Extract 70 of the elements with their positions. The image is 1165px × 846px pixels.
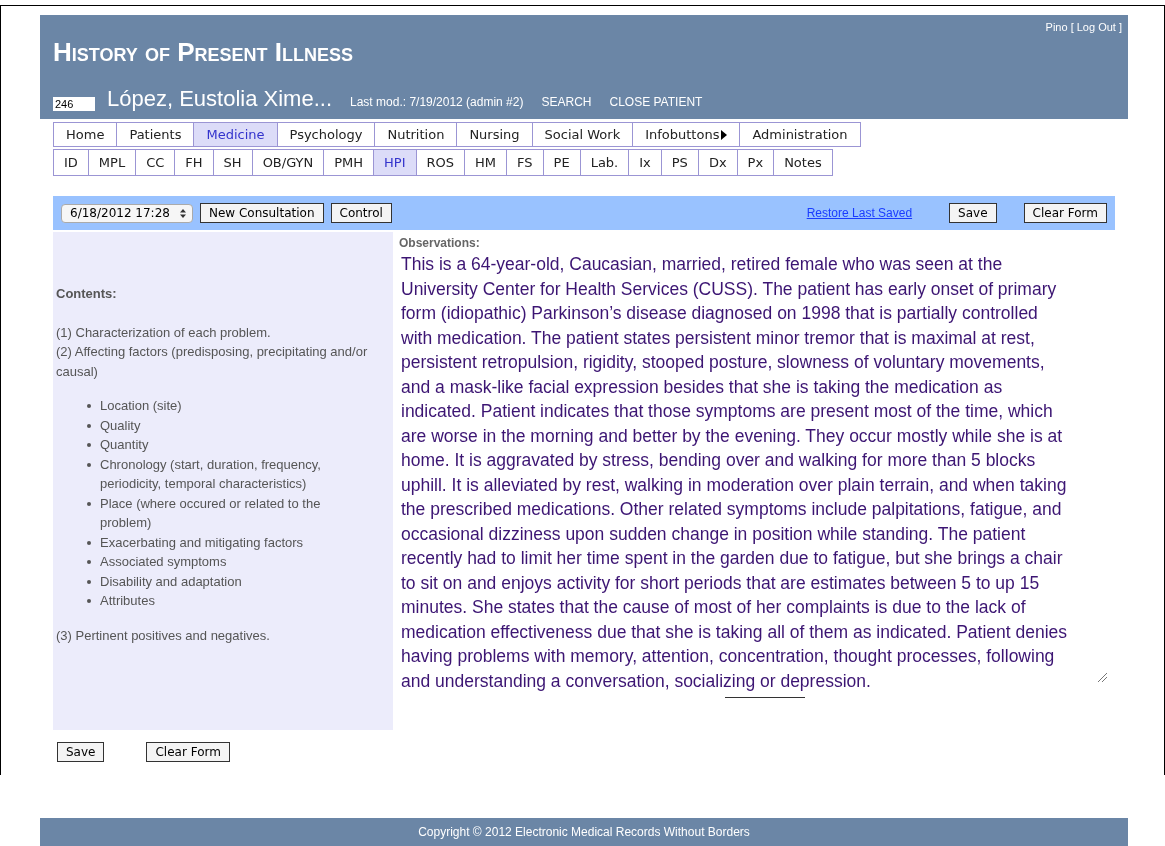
section-tab[interactable]: FS: [506, 149, 544, 176]
contents-bullet: Chronology (start, duration, frequency, periodicity, temporal characteristics): [100, 455, 322, 493]
section-tab[interactable]: CC: [135, 149, 176, 176]
main-tab[interactable]: Home: [53, 122, 118, 147]
clear-form-button[interactable]: Clear Form: [146, 742, 230, 762]
bullet-icon: [87, 501, 91, 506]
header-link[interactable]: CLOSE PATIENT: [609, 93, 703, 111]
last-modified: Last mod.: 7/19/2012 (admin #2): [350, 94, 524, 111]
updown-arrows-icon: [179, 208, 186, 218]
contents-bullet: Place (where occured or related to the problem): [100, 494, 322, 532]
observations-label: Observations:: [399, 235, 481, 252]
bullet-icon: [87, 540, 91, 545]
bullet-icon: [87, 462, 91, 467]
contents-heading: Contents:: [56, 285, 118, 303]
section-tab[interactable]: Notes: [773, 149, 833, 176]
clear-form-button[interactable]: Clear Form: [1023, 203, 1107, 223]
bullet-icon: [87, 599, 91, 603]
section-tab[interactable]: HPI: [373, 149, 417, 176]
section-tab[interactable]: ROS: [415, 149, 466, 176]
bullet-icon: [87, 579, 91, 584]
contents-item: (2) Affecting factors (predisposing, precipitating and/or causal): [56, 343, 369, 381]
main-tab[interactable]: Social Work: [531, 122, 634, 147]
resize-grip-icon: [1097, 672, 1107, 682]
save-button[interactable]: Save: [57, 742, 105, 762]
section-tab[interactable]: PE: [542, 149, 581, 176]
section-tab[interactable]: HM: [464, 149, 508, 176]
patient-name: López, Eustolia Xime...: [107, 87, 332, 111]
contents-bullet: Quality: [100, 416, 141, 435]
consultation-select[interactable]: 6/18/2012 17:28: [61, 203, 193, 223]
main-tab[interactable]: Patients: [116, 122, 195, 147]
bullet-icon: [87, 404, 91, 408]
user-name: Pino: [1045, 20, 1068, 35]
toolbar-button[interactable]: Control: [330, 203, 392, 223]
section-tab[interactable]: Lab.: [579, 149, 630, 176]
page-title: History of Present Illness: [53, 37, 355, 67]
section-tab[interactable]: Px: [736, 149, 775, 176]
section-tab[interactable]: Dx: [697, 149, 738, 176]
section-tab[interactable]: Ix: [628, 149, 662, 176]
copyright-text: Copyright © 2012 Electronic Medical Records Without Borders: [418, 824, 750, 841]
main-tab[interactable]: Nutrition: [374, 122, 458, 147]
bullet-icon: [87, 443, 91, 447]
main-tab[interactable]: Nursing: [456, 122, 533, 147]
contents-bullet: Associated symptoms: [100, 553, 227, 571]
section-tab[interactable]: OB/GYN: [251, 149, 325, 176]
patient-id-field[interactable]: 246: [53, 97, 95, 111]
main-tab[interactable]: Medicine: [193, 122, 278, 147]
section-tab[interactable]: SH: [212, 149, 253, 176]
bullet-icon: [87, 423, 91, 428]
save-button[interactable]: Save: [949, 203, 997, 223]
contents-bullet: Location (site): [100, 397, 182, 415]
main-tab[interactable]: Infobuttons: [632, 122, 741, 147]
section-tab[interactable]: PMH: [323, 149, 375, 176]
observations-field[interactable]: This is a 64-year-old, Caucasian, married, retired female who was seen at the University Center for Health Services (CUSS). The patient has early onset of primary form (idiopathic) Parkinson’s disease diagnosed on 1998 that is partially controlled with medication. The patient states persistent minor tremor that is maximal at rest, persistent retropulsion, rigidity, stooped posture, slowness of voluntary movements, and a mask-like facial expression besides that she is taking the medication as indicated. Patient indicates that those symptoms are present most of the time, which are worse in the morning and better by the evening. They occur mostly while she is at home. It is aggravated by stress, bending over and walking for more than 5 blocks uphill. It is alleviated by rest, walking in moderation over plain terrain, and when taking the prescribed medications. Other related symptoms include palpitations, fatigue, and occasional dizziness upon sudden change in position while standing. The patient recently had to limit her time spent in the garden due to fatigue, but she brings a chair to sit on and enjoys activity for short periods that are estimates between 5 to up 15 minutes. She states that the cause of most of her complaints is due to the lack of medication effectiveness due that she is taking all of them as indicated. Patient denies having problems with memory, attention, concentration, thought processes, following and understanding a conversation, socializing or depression.: [399, 252, 1115, 693]
section-tab[interactable]: PS: [660, 149, 699, 176]
contents-item: (3) Pertinent positives and negatives.: [56, 626, 271, 645]
contents-bullet: Attributes: [100, 592, 155, 610]
toolbar-button[interactable]: New Consultation: [199, 203, 324, 223]
main-tab[interactable]: Psychology: [276, 122, 376, 147]
section-tab[interactable]: FH: [174, 149, 214, 176]
restore-link[interactable]: Restore Last Saved: [806, 204, 913, 222]
contents-bullet: Quantity: [100, 436, 149, 454]
main-tab[interactable]: Administration: [739, 122, 861, 147]
bullet-icon: [87, 560, 91, 564]
contents-bullet: Disability and adaptation: [100, 572, 242, 591]
logout-link[interactable]: [ Log Out ]: [1070, 19, 1122, 36]
section-tab[interactable]: ID: [53, 149, 89, 176]
contents-item: (1) Characterization of each problem.: [56, 323, 272, 342]
header-link[interactable]: SEARCH: [541, 93, 592, 111]
contents-bullet: Exacerbating and mitigating factors: [100, 533, 304, 552]
section-tab[interactable]: MPL: [87, 149, 137, 176]
